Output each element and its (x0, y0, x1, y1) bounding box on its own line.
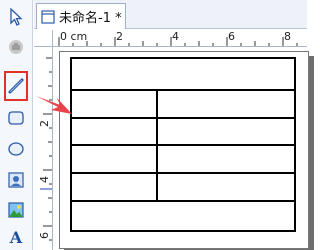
table-row-divider (72, 172, 294, 174)
document-icon (41, 9, 55, 24)
image-icon[interactable] (5, 169, 27, 191)
table-column-divider (156, 89, 158, 202)
table-object[interactable] (70, 57, 296, 232)
vertical-ruler-ticks (40, 57, 52, 241)
table-row-divider (72, 89, 294, 91)
document-tab[interactable]: 未命名-1 * (36, 3, 126, 29)
document-tab-title: 未命名-1 * (59, 11, 122, 26)
pan-hand-icon[interactable] (5, 36, 27, 58)
design-canvas: 0 cm 2 4 6 8 2 4 6 (34, 30, 309, 250)
table-row-divider (72, 117, 294, 119)
picture-icon[interactable] (5, 199, 27, 221)
canvas-workspace[interactable] (53, 47, 309, 250)
left-toolbar: A (0, 0, 33, 250)
text-tool-icon[interactable]: A (5, 226, 27, 248)
document-tabbar: 未命名-1 * (34, 0, 307, 29)
h-ruler-label-0: 0 cm (60, 30, 88, 43)
line-tool-icon[interactable] (4, 71, 28, 101)
rounded-rectangle-icon[interactable] (5, 107, 27, 129)
h-ruler-label-4: 4 (172, 30, 179, 43)
label-paper[interactable] (59, 51, 309, 249)
table-row-divider (72, 144, 294, 146)
v-ruler-label-6: 6 (38, 232, 51, 239)
horizontal-ruler-ticks (58, 37, 298, 46)
vertical-ruler: 2 4 6 (34, 47, 53, 250)
select-pointer-icon[interactable] (5, 6, 27, 28)
h-ruler-label-8: 8 (284, 30, 291, 43)
ellipse-icon[interactable] (5, 138, 27, 160)
h-ruler-label-2: 2 (116, 30, 123, 43)
ruler-corner (34, 30, 53, 47)
text-tool-label: A (9, 227, 23, 247)
h-ruler-label-6: 6 (228, 30, 235, 43)
table-row-divider (72, 200, 294, 202)
pointer-arrow-icon (36, 96, 72, 114)
v-ruler-label-4: 4 (38, 176, 51, 183)
horizontal-ruler: 0 cm 2 4 6 8 (53, 30, 307, 47)
